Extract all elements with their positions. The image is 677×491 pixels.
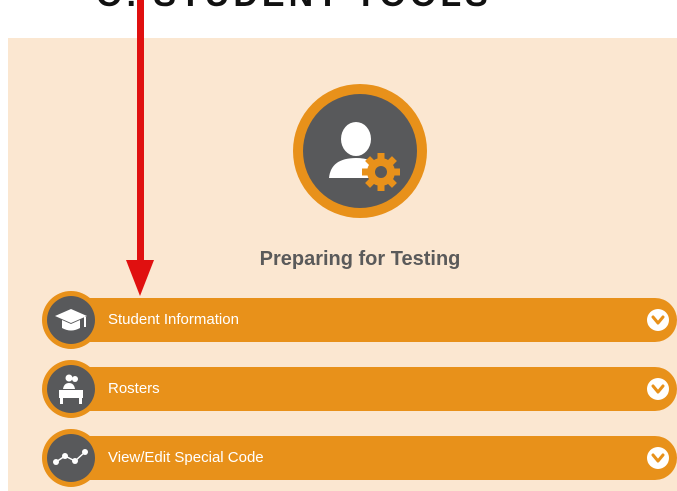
chevron-down-icon[interactable] [647,309,669,331]
page-title: Preparing for Testing [259,248,461,270]
hero-icon-circle [293,84,427,218]
section-view-edit-special-code[interactable]: View/Edit Special Code [52,436,677,480]
section-label: Student Information [108,311,239,328]
network-line-icon [47,434,95,482]
chevron-down-icon[interactable] [647,378,669,400]
classroom-icon [47,365,95,413]
section-rosters[interactable]: Rosters [52,367,677,411]
clipped-heading-text: O. STUDENT TOOLS [96,0,492,15]
section-icon-badge [42,291,100,349]
annotation-arrow-head [126,260,154,296]
section-label: View/Edit Special Code [108,449,264,466]
chevron-down-icon[interactable] [647,447,669,469]
graduation-cap-icon [47,296,95,344]
section-icon-badge [42,429,100,487]
annotation-arrow-shaft [137,0,144,262]
section-icon-badge [42,360,100,418]
user-gear-icon [303,94,417,208]
section-student-information[interactable]: Student Information [52,298,677,342]
section-label: Rosters [108,380,160,397]
